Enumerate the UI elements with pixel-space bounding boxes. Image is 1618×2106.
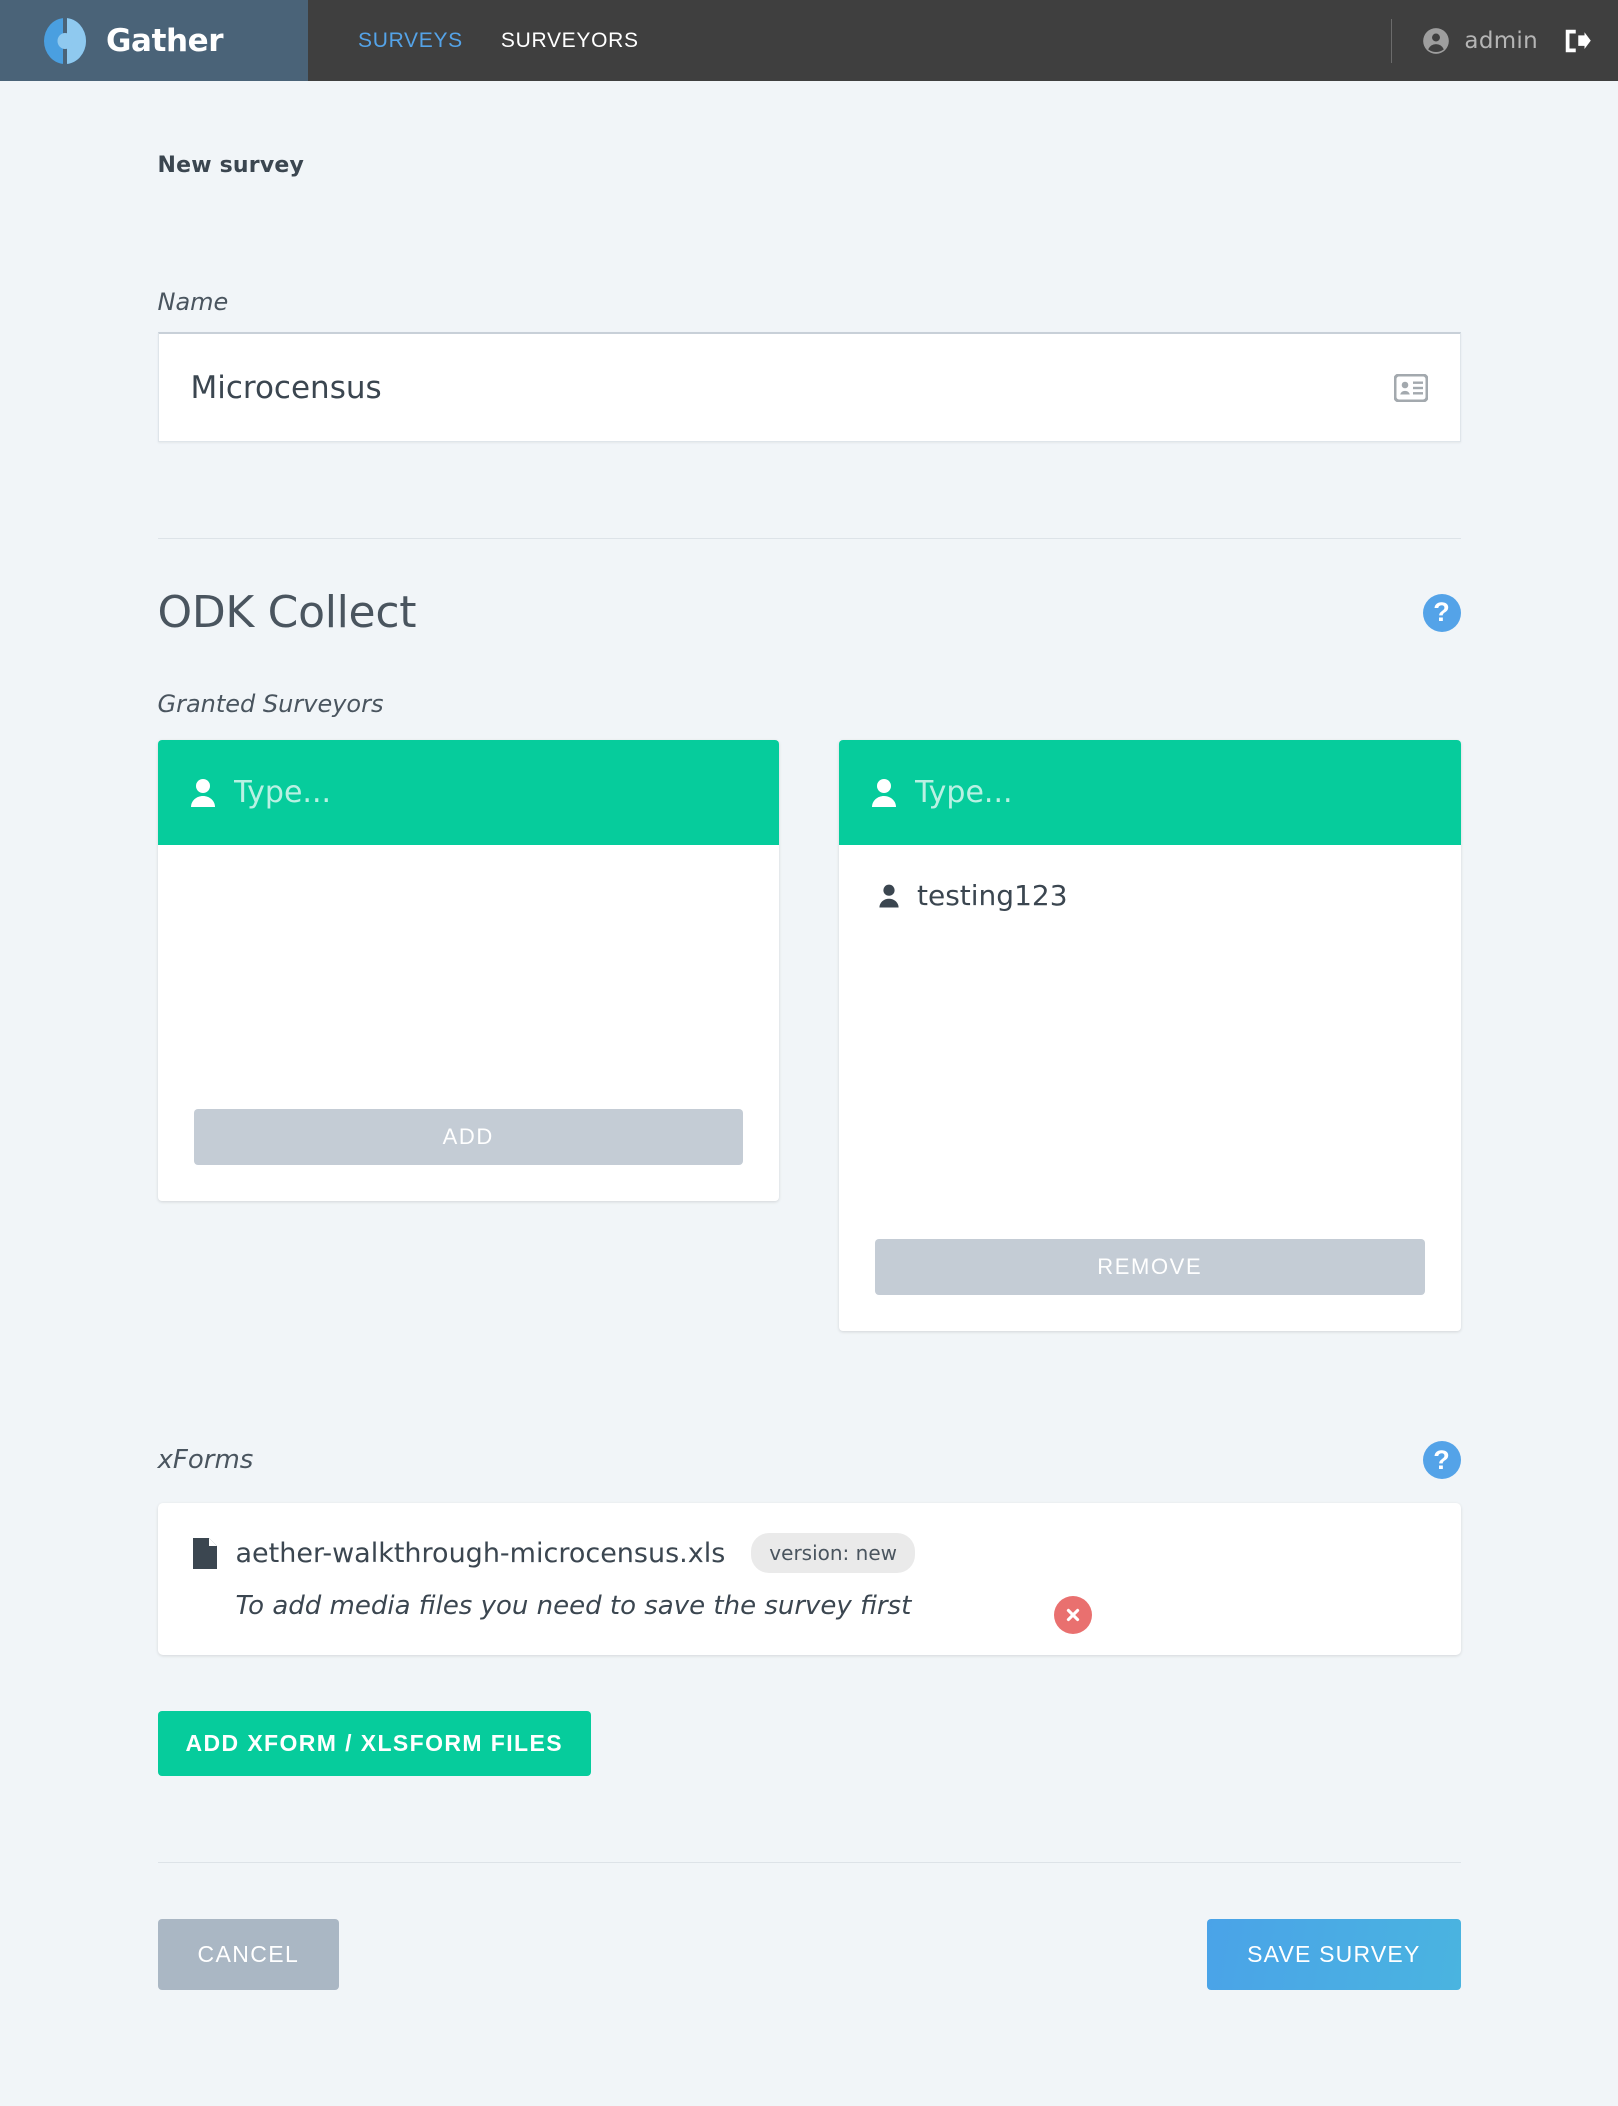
granted-surveyor-search-input[interactable] bbox=[915, 775, 1461, 810]
section-divider bbox=[157, 538, 1461, 539]
help-question-icon-xforms[interactable]: ? bbox=[1422, 1441, 1461, 1479]
available-panel-header[interactable] bbox=[157, 740, 779, 845]
granted-panel-header[interactable] bbox=[839, 740, 1461, 845]
person-icon bbox=[188, 777, 218, 809]
nav-link-surveys[interactable]: SURVEYS bbox=[358, 29, 463, 53]
nav-user-area: admin bbox=[1391, 0, 1618, 81]
brand-name: Gather bbox=[106, 22, 224, 59]
surveyor-panels: ADD bbox=[157, 740, 1461, 1331]
actions-divider bbox=[157, 1862, 1461, 1863]
name-field-label: Name bbox=[157, 288, 229, 316]
xform-file-card: aether-walkthrough-microcensus.xls versi… bbox=[157, 1503, 1461, 1655]
xform-file-row: aether-walkthrough-microcensus.xls versi… bbox=[192, 1533, 1427, 1573]
available-panel-footer: ADD bbox=[158, 1109, 780, 1201]
help-question-icon-odk[interactable]: ? bbox=[1422, 593, 1461, 632]
content-container: New survey Name ODK Collect ? Grante bbox=[78, 153, 1541, 2070]
gather-logo-icon bbox=[40, 16, 90, 66]
page-title: New survey bbox=[157, 153, 305, 178]
nav-links: SURVEYS SURVEYORS bbox=[308, 0, 639, 81]
name-input[interactable] bbox=[158, 369, 1460, 406]
odk-section-title: ODK Collect bbox=[157, 587, 417, 638]
remove-surveyor-button[interactable]: REMOVE bbox=[875, 1239, 1425, 1295]
list-item[interactable]: testing123 bbox=[869, 873, 1431, 918]
add-xform-button[interactable]: ADD XFORM / XLSFORM FILES bbox=[157, 1711, 591, 1776]
xforms-section-header: xForms ? bbox=[158, 1441, 1461, 1479]
granted-panel-footer: REMOVE bbox=[839, 1239, 1461, 1331]
user-name: admin bbox=[1464, 27, 1538, 54]
odk-section-header: ODK Collect ? bbox=[158, 587, 1461, 638]
brand-area[interactable]: Gather bbox=[0, 0, 308, 81]
granted-surveyors-panel: testing123 REMOVE bbox=[839, 740, 1461, 1331]
logout-icon[interactable] bbox=[1562, 26, 1592, 56]
list-item-label: testing123 bbox=[917, 879, 1068, 912]
available-surveyors-panel: ADD bbox=[157, 740, 780, 1201]
available-surveyors-list bbox=[158, 845, 780, 1109]
xform-version-badge: version: new bbox=[751, 1533, 915, 1573]
person-icon bbox=[869, 777, 899, 809]
xform-filename: aether-walkthrough-microcensus.xls bbox=[235, 1537, 726, 1569]
nav-separator bbox=[1391, 18, 1393, 63]
xform-media-note: To add media files you need to save the … bbox=[235, 1591, 912, 1621]
xforms-label: xForms bbox=[157, 1445, 254, 1475]
available-surveyor-search-input[interactable] bbox=[233, 775, 779, 810]
top-navbar: Gather SURVEYS SURVEYORS admin bbox=[0, 0, 1618, 81]
page-content: New survey Name ODK Collect ? Grante bbox=[0, 81, 1618, 2070]
file-icon bbox=[192, 1537, 218, 1570]
close-circle-icon[interactable] bbox=[1053, 1596, 1092, 1634]
form-actions: CANCEL SAVE SURVEY bbox=[157, 1919, 1461, 2070]
save-survey-button[interactable]: SAVE SURVEY bbox=[1207, 1919, 1461, 1990]
cancel-button[interactable]: CANCEL bbox=[157, 1919, 340, 1990]
add-surveyor-button[interactable]: ADD bbox=[193, 1109, 743, 1165]
person-icon bbox=[877, 883, 901, 909]
granted-surveyors-list: testing123 bbox=[839, 845, 1461, 1239]
account-circle-icon bbox=[1422, 27, 1450, 55]
name-input-wrapper[interactable] bbox=[157, 332, 1461, 442]
contact-card-icon[interactable] bbox=[1393, 373, 1428, 402]
nav-link-surveyors[interactable]: SURVEYORS bbox=[501, 29, 639, 53]
granted-surveyors-label: Granted Surveyors bbox=[157, 690, 384, 718]
